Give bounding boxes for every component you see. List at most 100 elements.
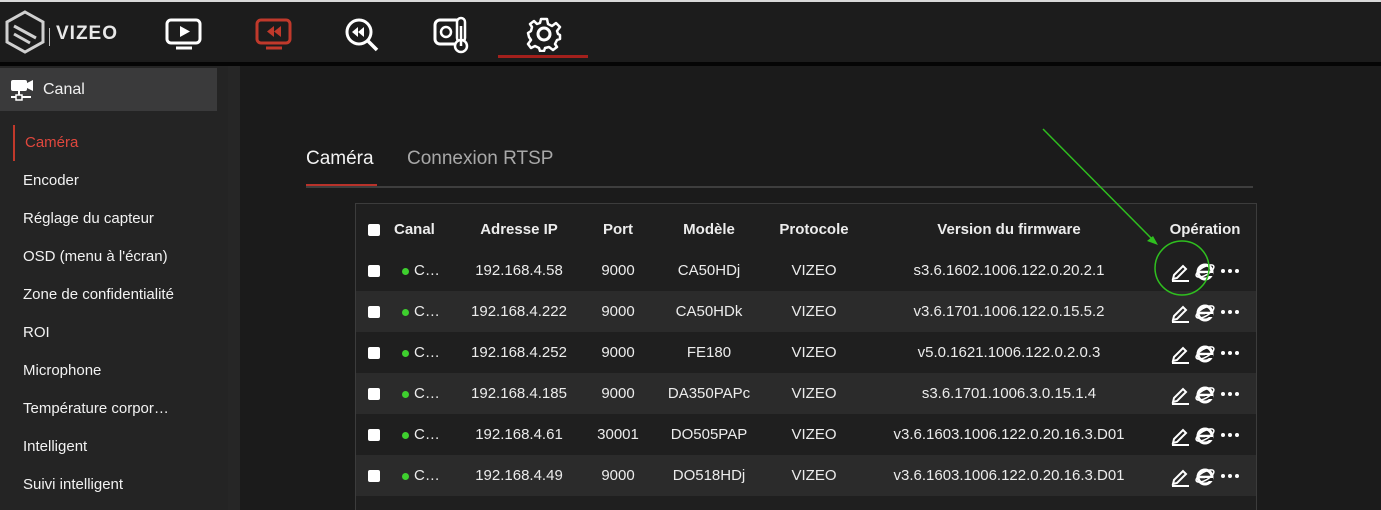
edit-icon[interactable]: [1169, 301, 1191, 323]
table-row: C… 192.168.4.58 9000 CA50HDj VIZEO s3.6.1602.…: [356, 250, 1256, 291]
tab-camera[interactable]: Caméra: [306, 148, 374, 170]
firmware-cell: v3.6.1701.1006.122.0.15.5.2: [913, 303, 1105, 320]
channel-name: C…: [414, 303, 440, 320]
protocol-cell: VIZEO: [791, 344, 837, 361]
row-checkbox[interactable]: [366, 467, 382, 484]
online-status-dot: [402, 390, 409, 398]
channel-cell: C…: [394, 262, 444, 279]
column-header-operation: Opération: [1169, 221, 1241, 238]
ip-address-cell: 192.168.4.185: [471, 385, 567, 402]
channel-cell: C…: [394, 303, 444, 320]
channel-cell: C…: [394, 344, 444, 361]
browser-e-icon[interactable]: [1194, 301, 1216, 323]
tab-rtsp-connection[interactable]: Connexion RTSP: [407, 148, 553, 170]
magnifier-rewind-icon[interactable]: [342, 16, 382, 52]
sidebar-section-canal[interactable]: Canal: [0, 68, 217, 111]
protocol-cell: VIZEO: [791, 385, 837, 402]
edit-icon[interactable]: [1169, 260, 1191, 282]
port-cell: 9000: [601, 467, 635, 484]
camera-network-icon: [11, 79, 33, 101]
nav-active-indicator: [498, 55, 588, 58]
top-bar: VIZEO: [0, 0, 1381, 62]
column-header-protocol: Protocole: [779, 221, 849, 238]
camera-table: Canal Adresse IP Port Modèle Protocole V…: [355, 203, 1257, 510]
ip-address-cell: 192.168.4.252: [471, 344, 567, 361]
row-checkbox[interactable]: [366, 303, 382, 320]
channel-cell: C…: [394, 467, 444, 484]
edit-icon[interactable]: [1169, 383, 1191, 405]
tab-active-indicator: [306, 184, 377, 186]
browser-e-icon[interactable]: [1194, 342, 1216, 364]
port-cell: 9000: [601, 303, 635, 320]
online-status-dot: [402, 267, 409, 275]
ip-address-cell: 192.168.4.222: [471, 303, 567, 320]
operation-cell: [1162, 465, 1248, 487]
more-icon[interactable]: [1219, 424, 1241, 446]
more-icon[interactable]: [1219, 260, 1241, 282]
firmware-cell: v3.6.1603.1006.122.0.20.16.3.D01: [893, 467, 1125, 484]
port-cell: 9000: [601, 344, 635, 361]
model-cell: DO518HDj: [672, 467, 746, 484]
port-cell: 9000: [601, 262, 635, 279]
row-checkbox[interactable]: [366, 385, 382, 402]
model-cell: CA50HDj: [677, 262, 741, 279]
more-icon[interactable]: [1219, 301, 1241, 323]
browser-e-icon[interactable]: [1194, 424, 1216, 446]
model-cell: DA350PAPc: [667, 385, 751, 402]
row-checkbox[interactable]: [366, 344, 382, 361]
online-status-dot: [402, 308, 409, 316]
more-icon[interactable]: [1219, 383, 1241, 405]
browser-e-icon[interactable]: [1194, 383, 1216, 405]
sidebar-item-privacy-zone[interactable]: Zone de confidentialité: [0, 276, 228, 314]
sidebar-item-sensor-settings[interactable]: Réglage du capteur: [0, 200, 228, 238]
edit-icon[interactable]: [1169, 342, 1191, 364]
sidebar-item-smart-tracking[interactable]: Suivi intelligent: [0, 466, 228, 504]
operation-cell: [1162, 424, 1248, 446]
logo-separator: [49, 28, 50, 46]
channel-name: C…: [414, 467, 440, 484]
gear-icon[interactable]: [524, 16, 564, 53]
more-icon[interactable]: [1219, 342, 1241, 364]
table-row: C… 192.168.4.185 9000 DA350PAPc VIZEO s3.6.17…: [356, 373, 1256, 414]
vizeo-logo: VIZEO: [4, 10, 117, 58]
sidebar-item-body-temperature[interactable]: Température corpor…: [0, 390, 228, 428]
firmware-cell: s3.6.1602.1006.122.0.20.2.1: [913, 262, 1105, 279]
table-row: C… 192.168.4.222 9000 CA50HDk VIZEO v3.6.1701…: [356, 291, 1256, 332]
sidebar-item-osd[interactable]: OSD (menu à l'écran): [0, 238, 228, 276]
channel-name: C…: [414, 262, 440, 279]
sidebar-item-encoder[interactable]: Encoder: [0, 162, 228, 200]
channel-name: C…: [414, 344, 440, 361]
online-status-dot: [402, 431, 409, 439]
more-icon[interactable]: [1219, 465, 1241, 487]
sidebar-item-intelligent[interactable]: Intelligent: [0, 428, 228, 466]
column-header-port: Port: [603, 221, 633, 238]
protocol-cell: VIZEO: [791, 303, 837, 320]
row-checkbox[interactable]: [366, 262, 382, 279]
sidebar-item-microphone[interactable]: Microphone: [0, 352, 228, 390]
ip-address-cell: 192.168.4.61: [475, 426, 563, 443]
protocol-cell: VIZEO: [791, 262, 837, 279]
sidebar-item-camera[interactable]: Caméra: [0, 124, 228, 162]
monitor-play-icon[interactable]: [164, 16, 204, 52]
operation-cell: [1162, 383, 1248, 405]
browser-e-icon[interactable]: [1194, 260, 1216, 282]
channel-name: C…: [414, 426, 440, 443]
sidebar-scroll-gutter: [228, 66, 240, 510]
port-cell: 9000: [601, 385, 635, 402]
ip-address-cell: 192.168.4.49: [475, 467, 563, 484]
model-cell: CA50HDk: [675, 303, 743, 320]
select-all-checkbox[interactable]: [366, 221, 382, 238]
edit-icon[interactable]: [1169, 424, 1191, 446]
browser-e-icon[interactable]: [1194, 465, 1216, 487]
model-cell: FE180: [686, 344, 732, 361]
table-header: Canal Adresse IP Port Modèle Protocole V…: [356, 209, 1256, 250]
firmware-cell: v5.0.1621.1006.122.0.2.0.3: [917, 344, 1101, 361]
edit-icon[interactable]: [1169, 465, 1191, 487]
ip-address-cell: 192.168.4.58: [475, 262, 563, 279]
channel-cell: C…: [394, 426, 444, 443]
protocol-cell: VIZEO: [791, 426, 837, 443]
row-checkbox[interactable]: [366, 426, 382, 443]
monitor-rewind-icon[interactable]: [254, 16, 294, 52]
sidebar-item-roi[interactable]: ROI: [0, 314, 228, 352]
thermometer-camera-icon[interactable]: [432, 16, 472, 54]
